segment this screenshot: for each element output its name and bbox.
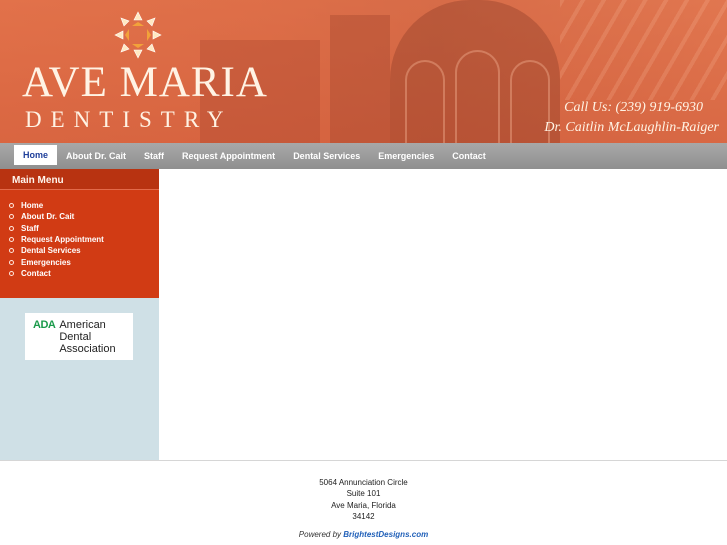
main-menu-title: Main Menu: [0, 169, 159, 190]
brand-subtitle[interactable]: DENTISTRY: [25, 107, 285, 133]
menu-item-about: About Dr. Cait: [9, 211, 159, 222]
menu-link-staff[interactable]: Staff: [21, 224, 39, 233]
main-content: [159, 169, 727, 461]
main-menu-list: Home About Dr. Cait Staff Request Appoin…: [0, 190, 159, 279]
powered-by-link[interactable]: BrightestDesigns.com: [343, 530, 428, 539]
powered-by: Powered by BrightestDesigns.com: [0, 530, 727, 539]
main-menu: Main Menu Home About Dr. Cait Staff Requ…: [0, 169, 159, 298]
address-zip: 34142: [352, 511, 375, 521]
nav-item-about[interactable]: About Dr. Cait: [57, 143, 135, 169]
bullet-icon: [9, 270, 14, 276]
address-suite: Suite 101: [346, 489, 381, 499]
ada-name-line: Association: [59, 343, 116, 355]
bullet-icon: [9, 203, 14, 209]
powered-by-label: Powered by: [298, 530, 342, 539]
ada-name: American Dental Association: [59, 319, 115, 355]
nav-item-home[interactable]: Home: [14, 145, 58, 165]
menu-item-staff: Staff: [9, 223, 159, 234]
menu-link-request-appointment[interactable]: Request Appointment: [21, 235, 104, 244]
menu-link-home[interactable]: Home: [21, 201, 43, 210]
menu-link-emergencies[interactable]: Emergencies: [21, 258, 71, 267]
star-burst-icon[interactable]: [113, 10, 163, 60]
menu-item-dental-services: Dental Services: [9, 245, 159, 256]
menu-link-about[interactable]: About Dr. Cait: [21, 212, 74, 221]
phone-number: Call Us: (239) 919-6930: [564, 100, 703, 115]
bullet-icon: [9, 225, 14, 231]
menu-item-request-appointment: Request Appointment: [9, 234, 159, 245]
ada-logo-link[interactable]: ADA American Dental Association: [25, 313, 133, 360]
address-street: 5064 Annunciation Circle: [319, 478, 408, 487]
brand-name[interactable]: AVE MARIA: [22, 58, 282, 107]
background-tower: [330, 15, 390, 143]
address-city: Ave Maria, Florida: [331, 500, 396, 510]
background-arch: [405, 60, 445, 143]
doctor-name: Dr. Caitlin McLaughlin-Raiger: [544, 120, 719, 135]
menu-item-emergencies: Emergencies: [9, 256, 159, 267]
ada-abbreviation: ADA: [33, 319, 56, 331]
bullet-icon: [9, 214, 14, 220]
nav-item-dental-services[interactable]: Dental Services: [284, 143, 369, 169]
ada-name-line: American: [59, 319, 106, 331]
menu-link-contact[interactable]: Contact: [21, 269, 51, 278]
menu-item-contact: Contact: [9, 268, 159, 279]
nav-item-contact[interactable]: Contact: [443, 143, 495, 169]
background-arch: [455, 50, 500, 143]
header-banner: AVE MARIA DENTISTRY Call Us: (239) 919-6…: [0, 0, 727, 143]
sidebar: Main Menu Home About Dr. Cait Staff Requ…: [0, 169, 159, 461]
nav-item-request-appointment[interactable]: Request Appointment: [173, 143, 284, 169]
bullet-icon: [9, 248, 14, 254]
ada-name-line: Dental: [59, 331, 92, 343]
nav-item-staff[interactable]: Staff: [135, 143, 173, 169]
menu-item-home: Home: [9, 200, 159, 211]
background-ribs: [560, 0, 727, 100]
bullet-icon: [9, 259, 14, 265]
footer-divider: [0, 460, 727, 461]
menu-link-dental-services[interactable]: Dental Services: [21, 246, 81, 255]
nav-item-emergencies[interactable]: Emergencies: [369, 143, 443, 169]
footer-address: 5064 Annunciation Circle Suite 101 Ave M…: [0, 477, 727, 522]
top-navigation: Home About Dr. Cait Staff Request Appoin…: [0, 143, 727, 169]
bullet-icon: [9, 237, 14, 243]
